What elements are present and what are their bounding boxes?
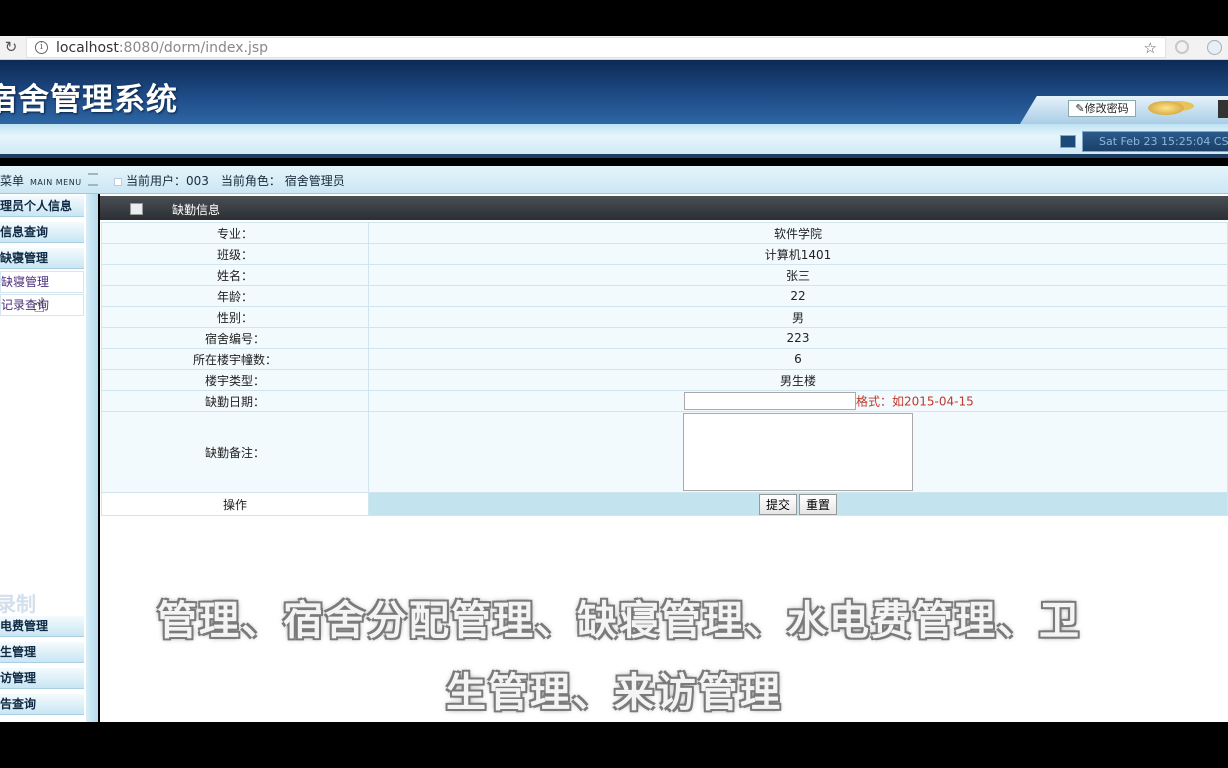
coins-icon (1148, 101, 1184, 115)
field-label: 年龄： (101, 285, 369, 307)
field-value (368, 411, 1228, 493)
user-icon (114, 178, 122, 186)
sidebar-subitem-absence-management[interactable]: 缺寝管理 (0, 271, 84, 293)
panel-title: 缺勤信息 (172, 203, 221, 217)
form-row-absence-date: 缺勤日期： 格式：如2015-04-15 (101, 390, 1228, 412)
field-value: 男生楼 (368, 369, 1228, 391)
field-label: 宿舍编号： (101, 327, 369, 349)
form-row-class: 班级： 计算机1401 (101, 243, 1228, 265)
extension-icon[interactable] (1207, 40, 1222, 55)
form-row-age: 年龄： 22 (101, 285, 1228, 307)
absence-date-input[interactable] (684, 392, 856, 410)
field-value: 提交 重置 (368, 492, 1228, 516)
panel-icon (130, 203, 143, 215)
field-value: 22 (368, 285, 1228, 307)
hand-cursor-icon: ☝ (33, 293, 46, 317)
main-menu-title: 菜单 MAIN MENU (0, 174, 82, 188)
extension-icon[interactable] (1175, 40, 1189, 54)
reload-icon[interactable]: ↻ (2, 38, 20, 56)
field-label: 缺勤日期： (101, 390, 369, 412)
form-row-building-type: 楼宇类型： 男生楼 (101, 369, 1228, 391)
date-format-hint: 格式：如2015-04-15 (856, 394, 974, 409)
field-value: 6 (368, 348, 1228, 370)
field-value: 计算机1401 (368, 243, 1228, 265)
sidebar-item-info-query[interactable]: 信息查询 (0, 222, 84, 243)
app-title: 宿舍管理系统 (0, 82, 178, 118)
user-info-bar: 菜单 MAIN MENU 当前用户：003 当前角色： 宿舍管理员 (0, 166, 1228, 194)
address-bar[interactable]: i localhost:8080/dorm/index.jsp ☆ (26, 37, 1166, 58)
url-text: localhost:8080/dorm/index.jsp (56, 40, 269, 56)
form-row-gender: 性别：男 (101, 306, 1228, 328)
sidebar-item-absence-management[interactable]: 缺寝管理 (0, 248, 84, 269)
field-value: 软件学院 (368, 222, 1228, 244)
browser-toolbar: ↻ i localhost:8080/dorm/index.jsp ☆ (0, 36, 1228, 60)
field-value: 格式：如2015-04-15 (368, 390, 1228, 412)
datetime-display: Sat Feb 23 15:25:04 CS (1082, 131, 1228, 152)
field-label: 姓名： (101, 264, 369, 286)
field-label: 性别： (101, 306, 369, 328)
reset-button[interactable]: 重置 (799, 493, 838, 515)
form-row-dorm-number: 宿舍编号： 223 (101, 327, 1228, 349)
current-user-info: 当前用户：003 当前角色： 宿舍管理员 (126, 174, 345, 188)
field-label: 班级： (101, 243, 369, 265)
video-letterbox-bottom (0, 722, 1228, 768)
header-subbar (0, 124, 1228, 158)
absence-remark-textarea[interactable] (683, 413, 913, 491)
form-row-name: 姓名： 张三 (101, 264, 1228, 286)
video-subtitle-line-2: 生管理、来访管理 (446, 670, 782, 716)
list-icon (88, 173, 98, 186)
sidebar-item-admin-info[interactable]: 理员个人信息 (0, 196, 84, 217)
monitor-icon (1060, 135, 1076, 148)
video-subtitle-line-1: 管理、宿舍分配管理、缺寝管理、水电费管理、卫 (157, 598, 1081, 644)
absence-form: 专业： 软件学院 班级： 计算机1401 姓名： 张三 年龄： 22 性别：男 宿舍编号… (101, 222, 1228, 516)
form-row-major: 专业： 软件学院 (101, 222, 1228, 244)
change-password-button[interactable]: ✎修改密码 (1068, 100, 1136, 117)
field-label: 操作 (101, 492, 369, 516)
bookmark-star-icon[interactable]: ☆ (1144, 38, 1157, 58)
header-edge (1218, 100, 1228, 118)
field-label: 缺勤备注： (101, 411, 369, 493)
form-row-absence-remark: 缺勤备注： (101, 411, 1228, 493)
field-label: 所在楼宇幢数： (101, 348, 369, 370)
panel-header (100, 196, 1228, 220)
field-value: 223 (368, 327, 1228, 349)
form-row-actions: 操作 提交 重置 (101, 492, 1228, 516)
field-value: 张三 (368, 264, 1228, 286)
form-row-building-number: 所在楼宇幢数： 6 (101, 348, 1228, 370)
submit-button[interactable]: 提交 (758, 493, 797, 515)
info-icon[interactable]: i (35, 41, 48, 54)
field-label: 专业： (101, 222, 369, 244)
field-label: 楼宇类型： (101, 369, 369, 391)
video-letterbox-top (0, 0, 1228, 36)
field-value: 男 (368, 306, 1228, 328)
